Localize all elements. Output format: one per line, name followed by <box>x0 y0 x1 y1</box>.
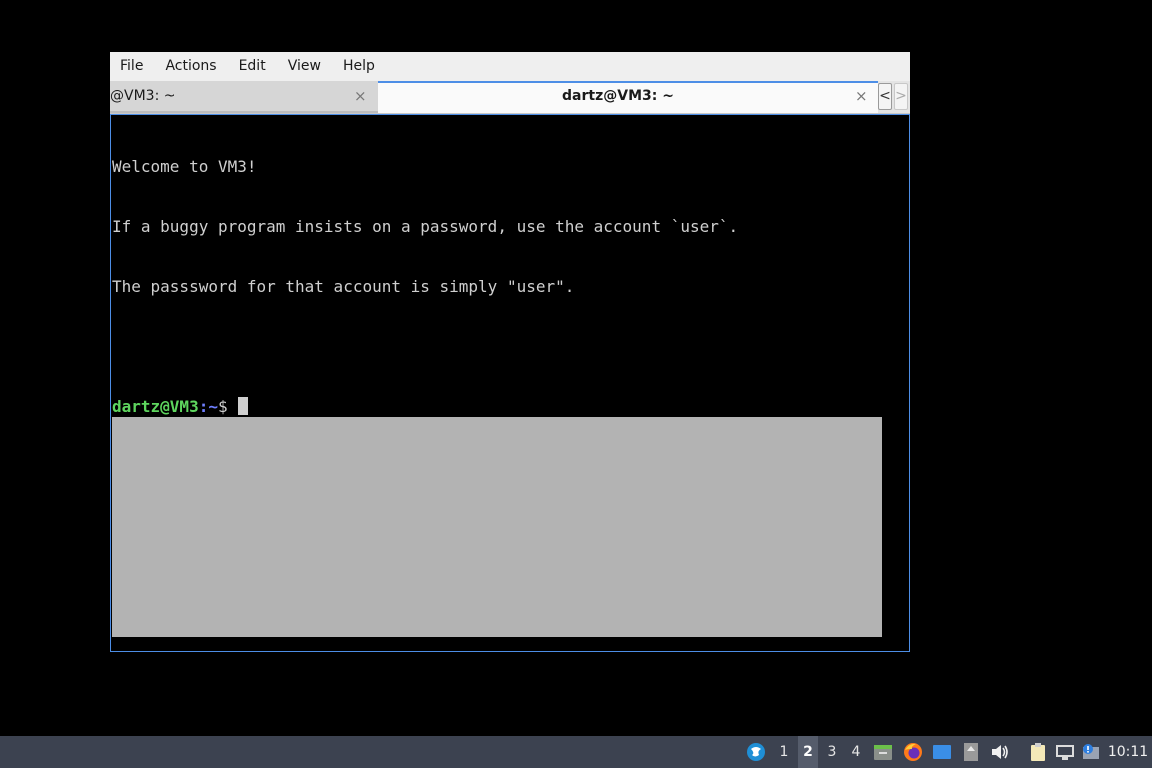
firefox-icon[interactable] <box>902 736 924 768</box>
tab-scroll-left-button[interactable]: < <box>878 83 892 110</box>
clock[interactable]: 10:11 <box>1106 736 1150 768</box>
terminal-line: The passsword for that account is simply… <box>112 277 575 296</box>
taskbar: 1 2 3 4 10:11 <box>0 736 1152 768</box>
terminal-line: If a buggy program insists on a password… <box>112 217 739 236</box>
terminal-area[interactable]: Welcome to VM3! If a buggy program insis… <box>110 114 910 652</box>
gray-overlay-block <box>112 417 882 637</box>
menu-help[interactable]: Help <box>332 52 386 81</box>
menu-edit[interactable]: Edit <box>228 52 277 81</box>
prompt-line: dartz@VM3:~$ <box>112 397 738 417</box>
lxqt-menu-icon[interactable] <box>744 736 768 768</box>
tab-scroll-right-button[interactable]: > <box>894 83 908 110</box>
close-icon[interactable]: × <box>354 87 367 105</box>
menu-bar: File Actions Edit View Help <box>110 52 910 81</box>
text-cursor <box>237 397 248 415</box>
file-manager-icon[interactable] <box>872 736 894 768</box>
update-notifier-icon[interactable] <box>1080 736 1102 768</box>
menu-view[interactable]: View <box>277 52 332 81</box>
removable-media-icon[interactable] <box>960 736 982 768</box>
tab-inactive[interactable]: @VM3: ~ × <box>110 81 378 113</box>
workspace-4[interactable]: 4 <box>846 736 866 768</box>
tab-active[interactable]: dartz@VM3: ~ × <box>378 81 878 113</box>
network-icon[interactable] <box>1053 736 1077 768</box>
prompt-user: dartz@VM3 <box>112 397 199 416</box>
menu-actions[interactable]: Actions <box>154 52 227 81</box>
prompt-path: :~ <box>198 397 218 416</box>
terminal-window: File Actions Edit View Help @VM3: ~ × da… <box>110 52 910 652</box>
menu-file[interactable]: File <box>110 52 154 81</box>
desktop-icon[interactable] <box>931 736 953 768</box>
tab-active-label: dartz@VM3: ~ <box>562 88 674 104</box>
clipboard-icon[interactable] <box>1027 736 1049 768</box>
close-icon[interactable]: × <box>855 87 868 105</box>
workspace-2[interactable]: 2 <box>798 736 818 768</box>
prompt-symbol: $ <box>217 397 228 416</box>
tab-inactive-label: @VM3: ~ <box>110 88 176 104</box>
workspace-1[interactable]: 1 <box>774 736 794 768</box>
volume-icon[interactable] <box>989 736 1011 768</box>
terminal-line: Welcome to VM3! <box>112 157 257 176</box>
terminal-output: Welcome to VM3! If a buggy program insis… <box>112 117 738 457</box>
tab-bar: @VM3: ~ × dartz@VM3: ~ × < > <box>110 81 910 114</box>
workspace-3[interactable]: 3 <box>822 736 842 768</box>
